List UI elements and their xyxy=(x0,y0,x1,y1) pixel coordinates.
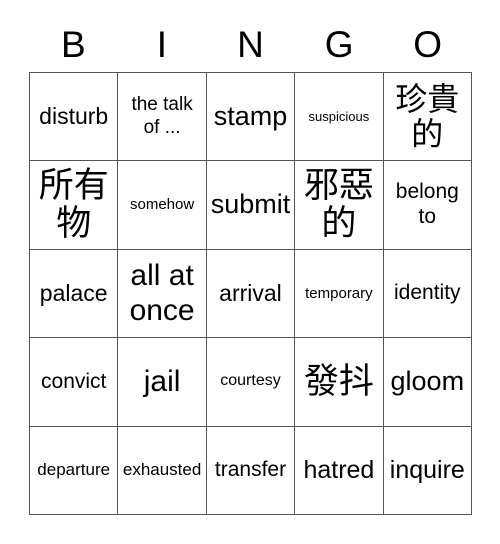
bingo-cell[interactable]: arrival xyxy=(206,249,296,339)
bingo-cell-label: somehow xyxy=(129,196,195,214)
bingo-cell[interactable]: temporary xyxy=(295,249,384,339)
bingo-cell[interactable]: all at once xyxy=(118,249,207,339)
bingo-cell-label: courtesy xyxy=(220,372,281,390)
bingo-cell-label: transfer xyxy=(214,457,287,481)
bingo-cell[interactable]: suspicious xyxy=(295,73,384,162)
bingo-cell-label: 所有物 xyxy=(38,165,109,245)
bingo-header-letter-o: O xyxy=(413,23,443,65)
bingo-cell[interactable]: belong to xyxy=(383,161,472,250)
bingo-cell-label: stamp xyxy=(213,100,288,131)
bingo-cell[interactable]: hatred xyxy=(295,426,384,515)
bingo-cell[interactable]: palace xyxy=(30,249,119,339)
bingo-cell-label: identity xyxy=(394,281,461,305)
bingo-cell[interactable]: departure xyxy=(30,426,119,515)
bingo-cell-label: hatred xyxy=(303,455,375,484)
bingo-cell[interactable]: 發抖 xyxy=(295,338,384,427)
bingo-header-letter-i: I xyxy=(156,23,168,65)
bingo-cell-label: arrival xyxy=(219,279,282,306)
bingo-cell-label: belong to xyxy=(395,180,459,229)
bingo-header-letter-b: B xyxy=(60,23,86,65)
bingo-cell-label: all at once xyxy=(129,259,195,328)
bingo-cell[interactable]: gloom xyxy=(383,338,472,427)
bingo-cell-label: convict xyxy=(41,369,107,393)
bingo-cell[interactable]: stamp xyxy=(206,73,296,162)
bingo-cell[interactable]: convict xyxy=(30,338,119,427)
bingo-header-letter-n: N xyxy=(237,23,264,65)
bingo-cell[interactable]: 所有物 xyxy=(30,161,119,250)
bingo-cell[interactable]: disturb xyxy=(30,73,119,162)
bingo-cell-label: disturb xyxy=(39,103,109,130)
bingo-header-letter-g: G xyxy=(324,23,354,65)
bingo-cell-label: exhausted xyxy=(122,460,202,480)
bingo-cell-label: departure xyxy=(37,460,111,480)
bingo-cell[interactable]: identity xyxy=(383,249,472,339)
bingo-cell-label: palace xyxy=(39,279,108,306)
bingo-cell[interactable]: jail xyxy=(118,338,207,427)
bingo-cell-label: 珍貴的 xyxy=(395,79,460,153)
bingo-cell[interactable]: courtesy xyxy=(206,338,296,427)
bingo-cell[interactable]: transfer xyxy=(206,426,296,515)
bingo-cell-label: 邪惡的 xyxy=(303,165,374,245)
bingo-cell-label: suspicious xyxy=(308,109,370,125)
bingo-cell[interactable]: 珍貴的 xyxy=(383,73,472,162)
bingo-cell[interactable]: exhausted xyxy=(118,426,207,515)
bingo-cell-label: jail xyxy=(143,365,181,399)
bingo-cell[interactable]: 邪惡的 xyxy=(295,161,384,250)
bingo-grid: disturb the talk of ... stamp suspicious… xyxy=(29,72,472,515)
bingo-card: B I N G O disturb the talk of ... stamp … xyxy=(0,0,500,544)
bingo-cell[interactable]: submit xyxy=(206,161,296,250)
bingo-header-row: B I N G O xyxy=(29,18,472,70)
bingo-cell-label: temporary xyxy=(305,284,373,302)
bingo-cell-label: inquire xyxy=(389,455,465,484)
bingo-cell-label: gloom xyxy=(390,365,465,396)
bingo-cell[interactable]: somehow xyxy=(118,161,207,250)
bingo-cell[interactable]: inquire xyxy=(383,426,472,515)
bingo-cell-label: submit xyxy=(210,189,291,220)
bingo-cell-label: the talk of ... xyxy=(131,94,193,138)
bingo-cell-label: 發抖 xyxy=(303,361,374,402)
bingo-cell[interactable]: the talk of ... xyxy=(118,73,207,162)
